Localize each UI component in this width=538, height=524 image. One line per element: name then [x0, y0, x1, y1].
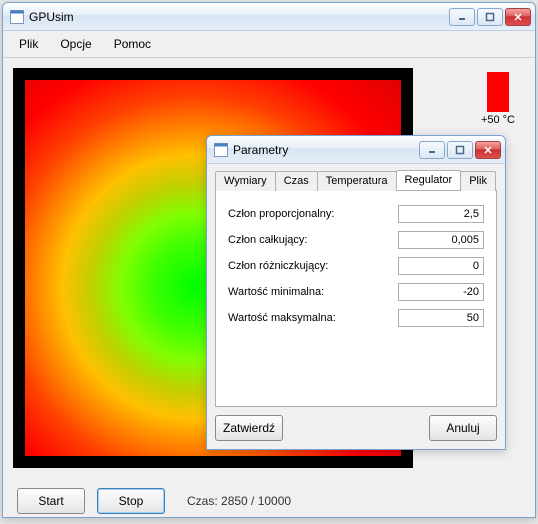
close-button[interactable]	[505, 8, 531, 26]
menu-help[interactable]: Pomoc	[106, 35, 159, 53]
tab-regulator[interactable]: Regulator	[396, 170, 462, 190]
label-min: Wartość minimalna:	[228, 286, 398, 298]
legend-bar	[487, 72, 509, 112]
input-min[interactable]	[398, 283, 484, 301]
field-derivative: Człon różniczkujący:	[228, 257, 484, 275]
status-prefix: Czas:	[187, 494, 221, 508]
minimize-button[interactable]	[449, 8, 475, 26]
label-derivative: Człon różniczkujący:	[228, 260, 398, 272]
maximize-button[interactable]	[477, 8, 503, 26]
parameters-dialog: Parametry Wymiary Czas Temperatura Regul…	[206, 135, 506, 450]
ok-button[interactable]: Zatwierdź	[215, 415, 283, 441]
main-title: GPUsim	[29, 10, 449, 24]
dialog-minimize-button[interactable]	[419, 141, 445, 159]
field-min: Wartość minimalna:	[228, 283, 484, 301]
dialog-maximize-button[interactable]	[447, 141, 473, 159]
input-derivative[interactable]	[398, 257, 484, 275]
label-proportional: Człon proporcjonalny:	[228, 208, 398, 220]
label-max: Wartość maksymalna:	[228, 312, 398, 324]
field-max: Wartość maksymalna:	[228, 309, 484, 327]
start-button[interactable]: Start	[17, 488, 85, 514]
status-value: 2850 / 10000	[221, 494, 291, 508]
tab-time[interactable]: Czas	[275, 171, 318, 191]
menu-file[interactable]: Plik	[11, 35, 46, 53]
stop-button[interactable]: Stop	[97, 488, 165, 514]
dialog-close-button[interactable]	[475, 141, 501, 159]
status-text: Czas: 2850 / 10000	[187, 494, 291, 508]
dialog-title: Parametry	[233, 143, 419, 157]
input-max[interactable]	[398, 309, 484, 327]
cancel-button[interactable]: Anuluj	[429, 415, 497, 441]
menu-options[interactable]: Opcje	[52, 35, 99, 53]
label-integral: Człon całkujący:	[228, 234, 398, 246]
dialog-icon	[213, 142, 229, 158]
tab-temperature[interactable]: Temperatura	[317, 171, 397, 191]
color-legend: +50 °C	[481, 72, 515, 126]
app-icon	[9, 9, 25, 25]
field-integral: Człon całkujący:	[228, 231, 484, 249]
tabstrip: Wymiary Czas Temperatura Regulator Plik	[215, 170, 497, 191]
legend-top-label: +50 °C	[481, 114, 515, 126]
main-titlebar[interactable]: GPUsim	[3, 3, 535, 31]
tab-file[interactable]: Plik	[460, 171, 496, 191]
menubar: Plik Opcje Pomoc	[3, 31, 535, 58]
input-integral[interactable]	[398, 231, 484, 249]
input-proportional[interactable]	[398, 205, 484, 223]
tab-dimensions[interactable]: Wymiary	[215, 171, 276, 191]
field-proportional: Człon proporcjonalny:	[228, 205, 484, 223]
tab-content: Człon proporcjonalny: Człon całkujący: C…	[215, 191, 497, 407]
dialog-titlebar[interactable]: Parametry	[207, 136, 505, 164]
